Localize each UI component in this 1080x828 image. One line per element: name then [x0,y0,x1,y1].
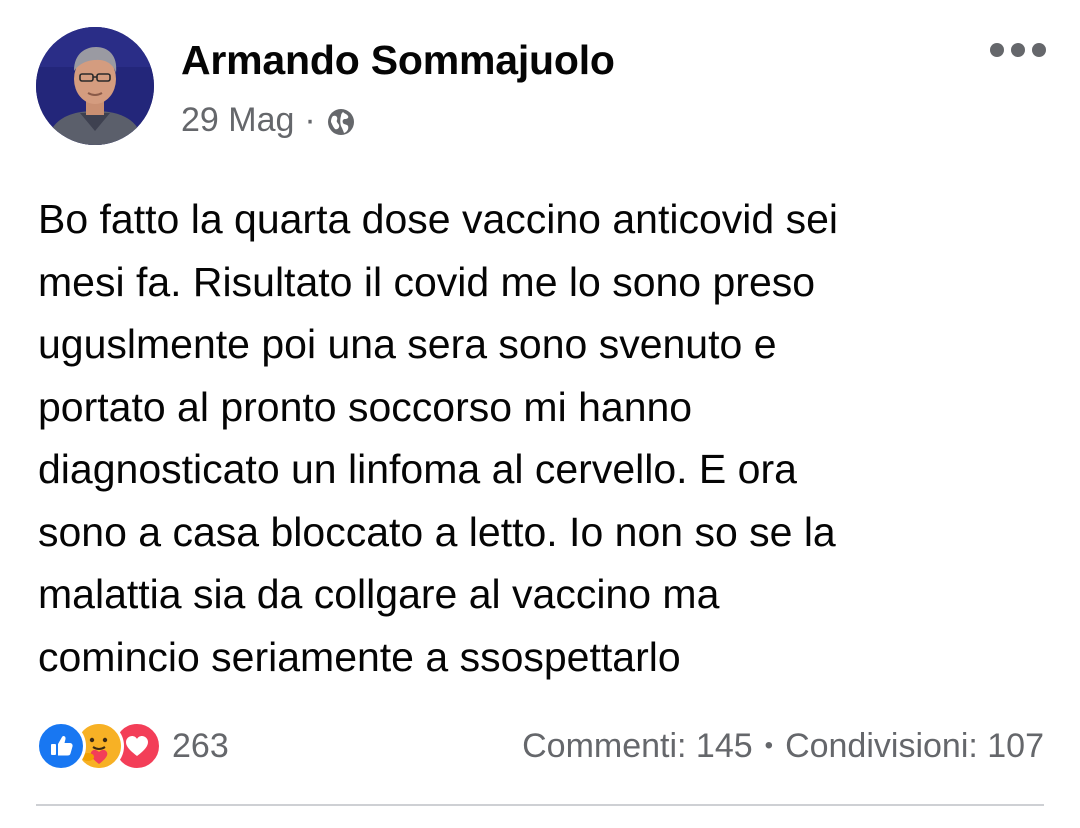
avatar-portrait [36,27,154,145]
post-meta: 29 Mag · [181,100,356,140]
globe-icon[interactable] [326,106,356,136]
post-date[interactable]: 29 Mag [181,100,294,140]
shares-count[interactable]: Condivisioni: 107 [785,724,1044,768]
post-text-line: malattia sia da collgare al vaccino ma [38,571,720,617]
avatar[interactable] [36,27,154,145]
post-body: Bo fatto la quarta dose vaccino anticovi… [38,188,1048,688]
reaction-icons [36,721,162,771]
more-dot [990,43,1004,57]
reaction-count: 263 [172,726,229,765]
divider [36,804,1044,806]
post-text-line: Bo fatto la quarta dose vaccino anticovi… [38,196,838,242]
more-options-icon[interactable] [990,40,1046,60]
more-dot [1032,43,1046,57]
post-text-line: mesi fa. Risultato il covid me lo sono p… [38,258,816,305]
meta-separator: · [304,101,316,139]
comments-count[interactable]: Commenti: 145 [522,724,753,768]
stats-separator: • [764,732,774,759]
engagement-stats: Commenti: 145 • Condivisioni: 107 [522,724,1044,768]
post-text-line: uguslmente poi una sera sono svenuto e [38,321,777,367]
more-dot [1011,43,1025,57]
post-text-line: sono a casa bloccato a letto. Io non so … [38,508,836,555]
post-text-line: comincio seriamente a ssospettarlo [38,633,681,680]
author-name[interactable]: Armando Sommajuolo [181,36,615,84]
like-icon [36,721,86,771]
post-text-line: portato al pronto soccorso mi hanno [38,383,693,430]
reactions-summary[interactable]: 263 [36,720,229,772]
post-text-line: diagnosticato un linfoma al cervello. E … [38,446,797,492]
